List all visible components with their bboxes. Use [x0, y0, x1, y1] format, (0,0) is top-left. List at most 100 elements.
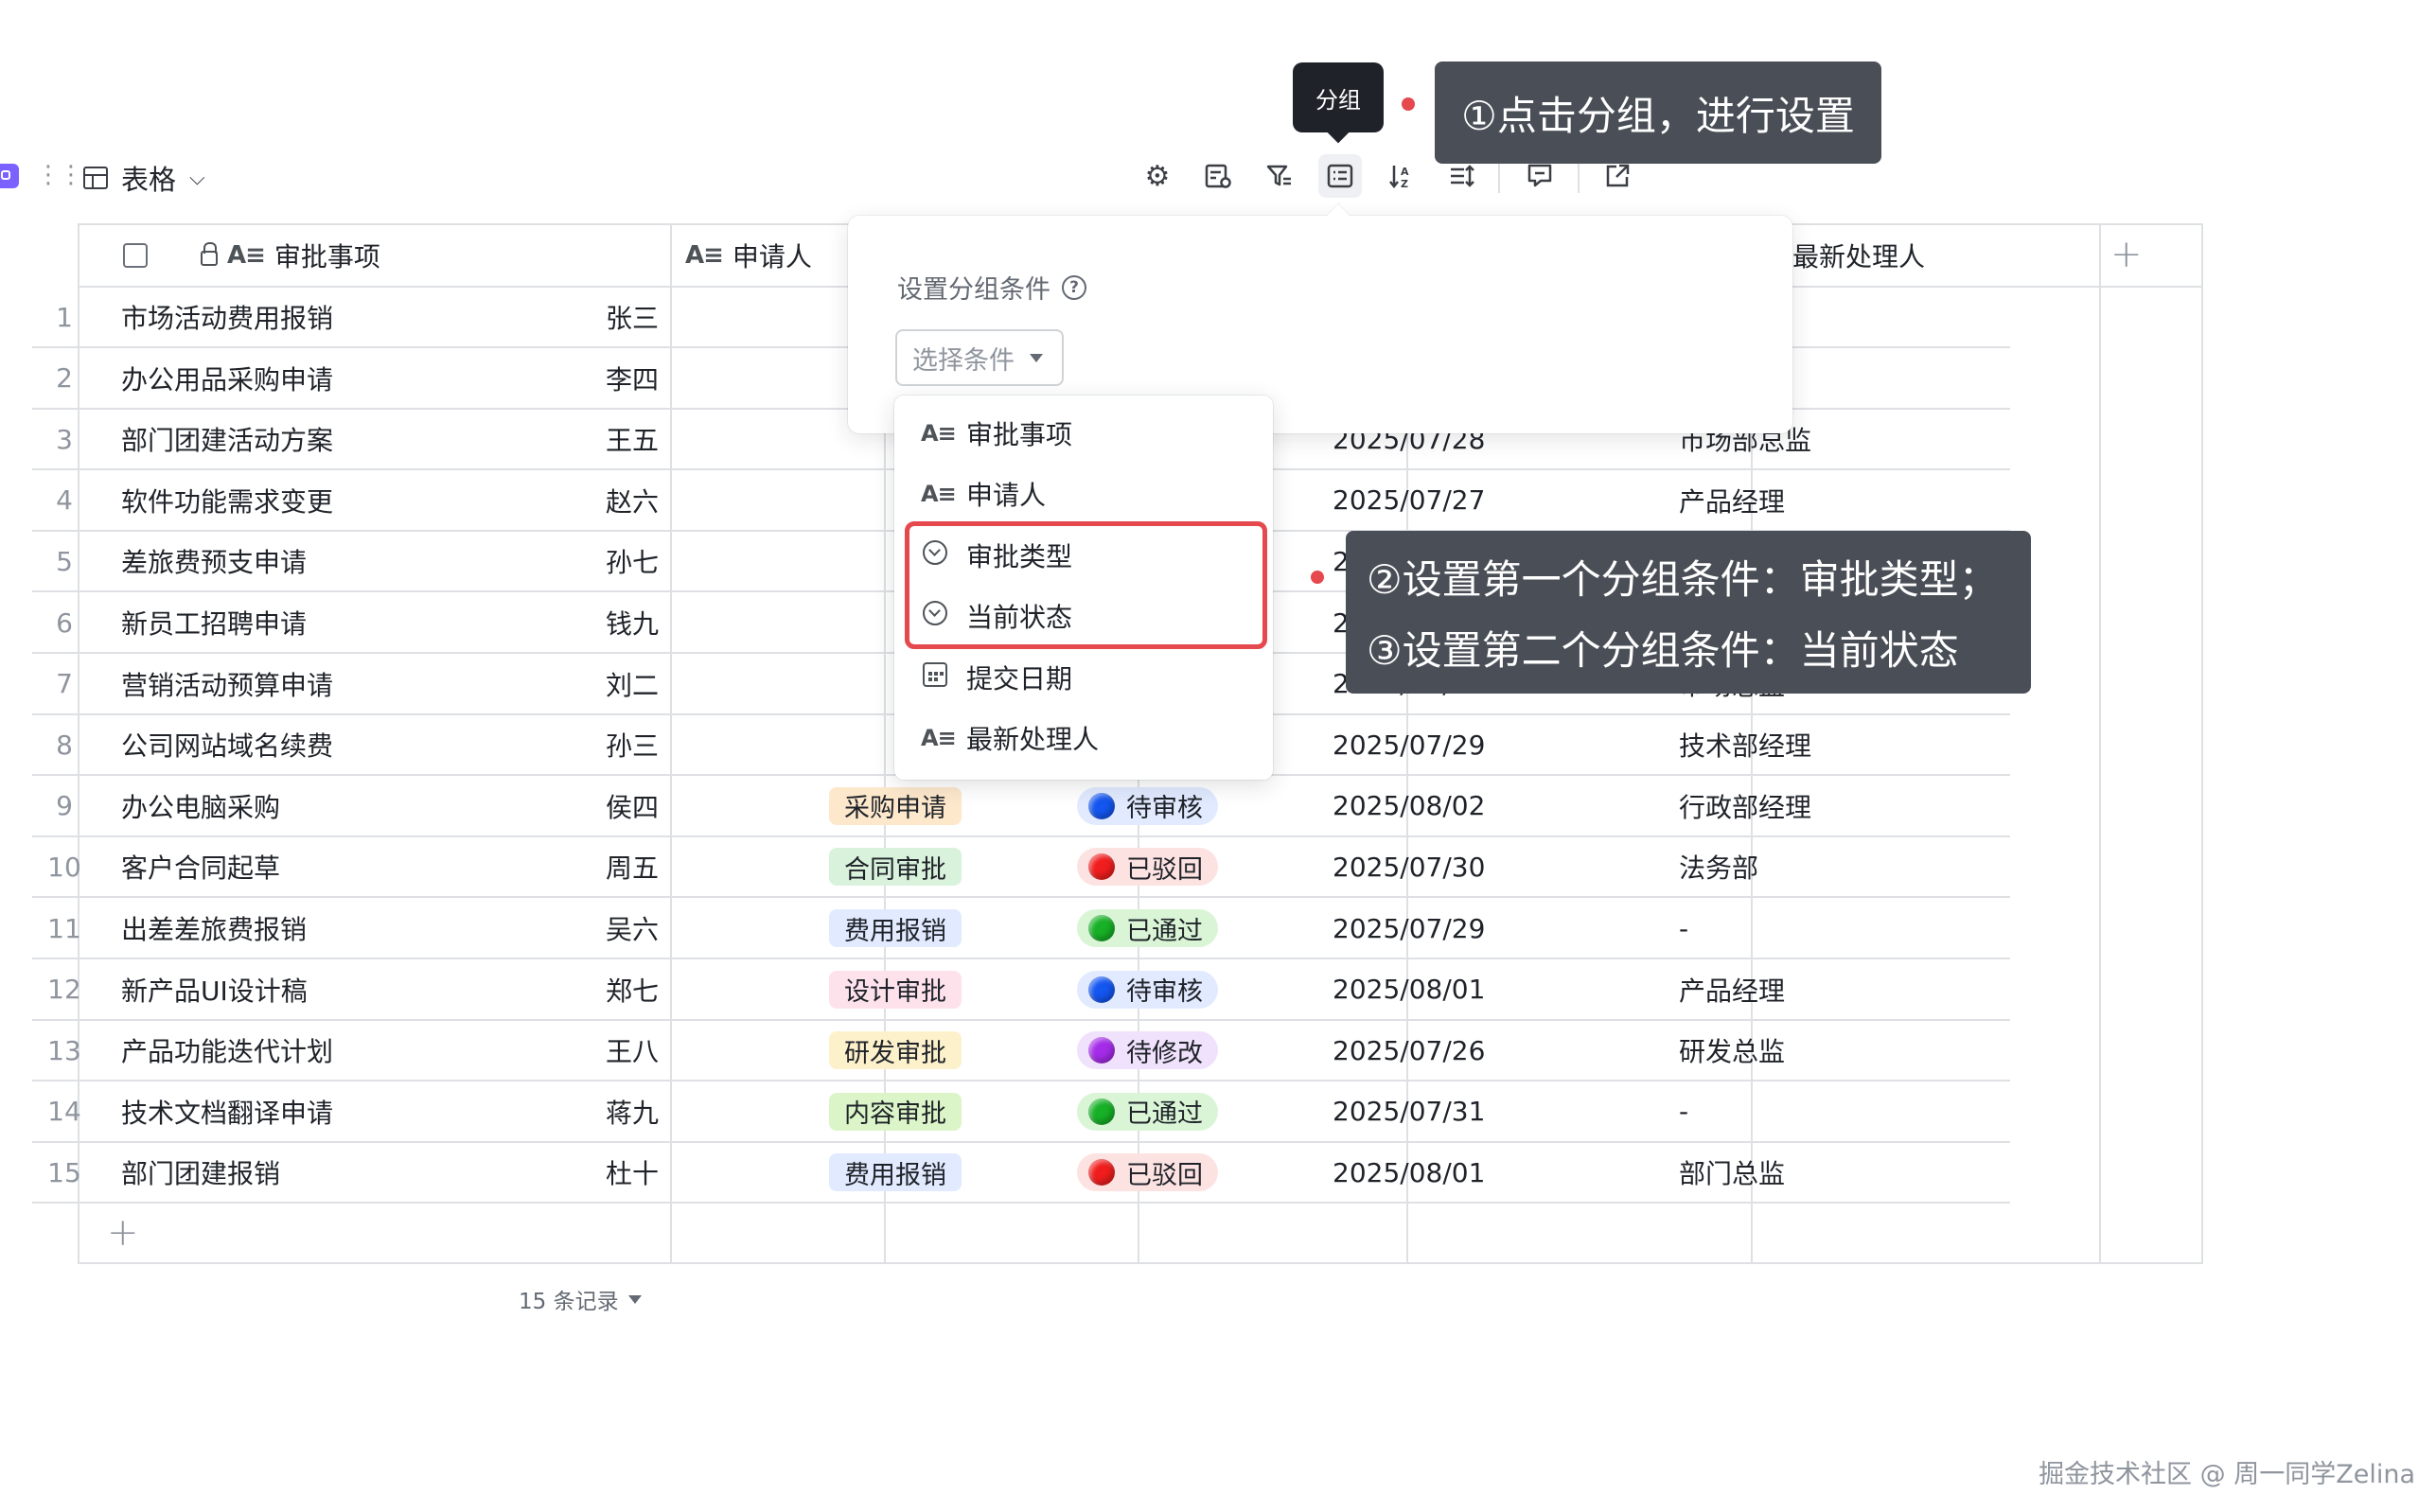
table-row[interactable]: 9 办公电脑采购 侯四 采购申请 待审核 2025/08/02 行政部经理 — [32, 777, 2010, 837]
cell-handler[interactable]: 技术部经理 — [1679, 715, 1811, 774]
cell-applicant[interactable]: 侯四 — [606, 777, 659, 835]
cell-status[interactable]: 待修改 — [1077, 1021, 1218, 1080]
cell-item[interactable]: 办公用品采购申请 — [121, 349, 333, 408]
type-tag: 合同审批 — [829, 848, 962, 887]
cell-item[interactable]: 办公电脑采购 — [121, 777, 280, 835]
record-count[interactable]: 15 条记录 — [519, 1283, 642, 1315]
cell-date[interactable]: 2025/07/29 — [1333, 899, 1485, 958]
group-icon[interactable] — [1318, 154, 1362, 198]
select-all-checkbox[interactable] — [123, 225, 148, 286]
cell-applicant[interactable]: 周五 — [606, 837, 659, 896]
cell-status[interactable]: 已通过 — [1077, 899, 1218, 958]
cell-item[interactable]: 差旅费预支申请 — [121, 532, 307, 590]
cell-status[interactable]: 已驳回 — [1077, 837, 1218, 896]
type-tag: 采购申请 — [829, 786, 962, 825]
field-config-icon[interactable] — [1196, 154, 1240, 198]
view-switcher[interactable]: 表格 ⌵ — [83, 157, 205, 199]
table-row[interactable]: 15 部门团建报销 杜十 费用报销 已驳回 2025/08/01 部门总监 — [32, 1143, 2010, 1204]
cell-item[interactable]: 客户合同起草 — [121, 837, 280, 896]
row-number: 10 — [47, 851, 81, 883]
cell-handler[interactable]: - — [1679, 1082, 1688, 1141]
cell-applicant[interactable]: 杜十 — [606, 1143, 659, 1202]
cell-date[interactable]: 2025/07/30 — [1333, 837, 1485, 896]
type-tag: 费用报销 — [829, 909, 962, 947]
table-row[interactable]: 11 出差差旅费报销 吴六 费用报销 已通过 2025/07/29 - — [32, 899, 2010, 959]
table-row[interactable]: 13 产品功能迭代计划 王八 研发审批 待修改 2025/07/26 研发总监 — [32, 1021, 2010, 1082]
cell-applicant[interactable]: 王五 — [606, 410, 659, 468]
cell-item[interactable]: 技术文档翻译申请 — [121, 1082, 333, 1141]
column-header-handler[interactable]: 最新处理人 — [1792, 225, 1925, 286]
cell-item[interactable]: 市场活动费用报销 — [121, 288, 333, 346]
cell-applicant[interactable]: 王八 — [606, 1021, 659, 1080]
cell-item[interactable]: 公司网站域名续费 — [121, 715, 333, 774]
lock-icon — [201, 242, 218, 266]
cell-item[interactable]: 出差差旅费报销 — [121, 899, 307, 958]
cell-date[interactable]: 2025/08/01 — [1333, 960, 1485, 1019]
cell-handler[interactable]: 产品经理 — [1679, 471, 1785, 530]
cell-applicant[interactable]: 蒋九 — [606, 1082, 659, 1141]
table-row[interactable]: 14 技术文档翻译申请 蒋九 内容审批 已通过 2025/07/31 - — [32, 1082, 2010, 1143]
table-row[interactable]: 10 客户合同起草 周五 合同审批 已驳回 2025/07/30 法务部 — [32, 837, 2010, 899]
cell-date[interactable]: 2025/07/27 — [1333, 471, 1485, 530]
cell-date[interactable]: 2025/07/29 — [1333, 715, 1485, 774]
add-row-button[interactable]: + — [107, 1211, 139, 1255]
cell-date[interactable]: 2025/08/01 — [1333, 1143, 1485, 1202]
cell-applicant[interactable]: 李四 — [606, 349, 659, 408]
cell-applicant[interactable]: 郑七 — [606, 960, 659, 1019]
cell-handler[interactable]: 法务部 — [1679, 837, 1758, 896]
watermark: 掘金技术社区 @ 周一同学Zelina — [2039, 1460, 2415, 1489]
column-header-applicant[interactable]: A≡ 申请人 — [685, 225, 812, 286]
cell-applicant[interactable]: 张三 — [606, 288, 659, 346]
cell-type[interactable]: 费用报销 — [829, 1143, 962, 1202]
drag-handle-icon[interactable]: ⋮⋮ — [36, 161, 83, 189]
cell-handler[interactable]: 部门总监 — [1679, 1143, 1785, 1202]
cell-type[interactable]: 设计审批 — [829, 960, 962, 1019]
sort-icon[interactable]: AZ — [1380, 154, 1423, 198]
row-number: 11 — [47, 912, 81, 944]
cell-item[interactable]: 软件功能需求变更 — [121, 471, 333, 530]
cell-item[interactable]: 新员工招聘申请 — [121, 593, 307, 652]
cell-type[interactable]: 采购申请 — [829, 777, 962, 835]
cell-applicant[interactable]: 吴六 — [606, 899, 659, 958]
cell-type[interactable]: 合同审批 — [829, 837, 962, 896]
settings-icon[interactable]: ⚙ — [1136, 154, 1179, 198]
row-number: 8 — [56, 729, 73, 761]
cell-status[interactable]: 已驳回 — [1077, 1143, 1218, 1202]
type-tag: 内容审批 — [829, 1092, 962, 1131]
cell-date[interactable]: 2025/07/26 — [1333, 1021, 1485, 1080]
cell-item[interactable]: 部门团建活动方案 — [121, 410, 333, 468]
status-dot-icon — [1088, 792, 1115, 819]
cell-item[interactable]: 营销活动预算申请 — [121, 655, 333, 713]
menu-item-latest-handler[interactable]: A≡ 最新处理人 — [921, 708, 1099, 768]
cell-item[interactable]: 新产品UI设计稿 — [121, 960, 308, 1019]
cell-handler[interactable]: 研发总监 — [1679, 1021, 1785, 1080]
cell-type[interactable]: 研发审批 — [829, 1021, 962, 1080]
cell-applicant[interactable]: 钱九 — [606, 593, 659, 652]
table-row[interactable]: 12 新产品UI设计稿 郑七 设计审批 待审核 2025/08/01 产品经理 — [32, 960, 2010, 1021]
cell-applicant[interactable]: 孙七 — [606, 532, 659, 590]
menu-item-approval-item[interactable]: A≡ 审批事项 — [921, 403, 1072, 464]
cell-handler[interactable]: 产品经理 — [1679, 960, 1785, 1019]
cell-date[interactable]: 2025/07/31 — [1333, 1082, 1485, 1141]
cell-applicant[interactable]: 孙三 — [606, 715, 659, 774]
cell-type[interactable]: 费用报销 — [829, 899, 962, 958]
help-icon[interactable]: ? — [1062, 274, 1086, 300]
cell-item[interactable]: 产品功能迭代计划 — [121, 1021, 333, 1080]
cell-status[interactable]: 待审核 — [1077, 960, 1218, 1019]
add-column-button[interactable]: + — [2110, 233, 2143, 276]
menu-item-submit-date[interactable]: 提交日期 — [921, 647, 1072, 708]
cell-status[interactable]: 已通过 — [1077, 1082, 1218, 1141]
cell-status[interactable]: 待审核 — [1077, 777, 1218, 835]
cell-applicant[interactable]: 赵六 — [606, 471, 659, 530]
cell-handler[interactable]: - — [1679, 899, 1688, 958]
condition-select[interactable]: 选择条件 — [895, 329, 1064, 386]
type-tag: 设计审批 — [829, 970, 962, 1009]
column-header-item[interactable]: A≡ 审批事项 — [201, 225, 380, 286]
menu-item-applicant[interactable]: A≡ 申请人 — [921, 464, 1046, 524]
cell-date[interactable]: 2025/08/02 — [1333, 777, 1485, 835]
cell-handler[interactable]: 行政部经理 — [1679, 777, 1811, 835]
cell-applicant[interactable]: 刘二 — [606, 655, 659, 713]
cell-item[interactable]: 部门团建报销 — [121, 1143, 280, 1202]
cell-type[interactable]: 内容审批 — [829, 1082, 962, 1141]
filter-icon[interactable] — [1258, 154, 1301, 198]
